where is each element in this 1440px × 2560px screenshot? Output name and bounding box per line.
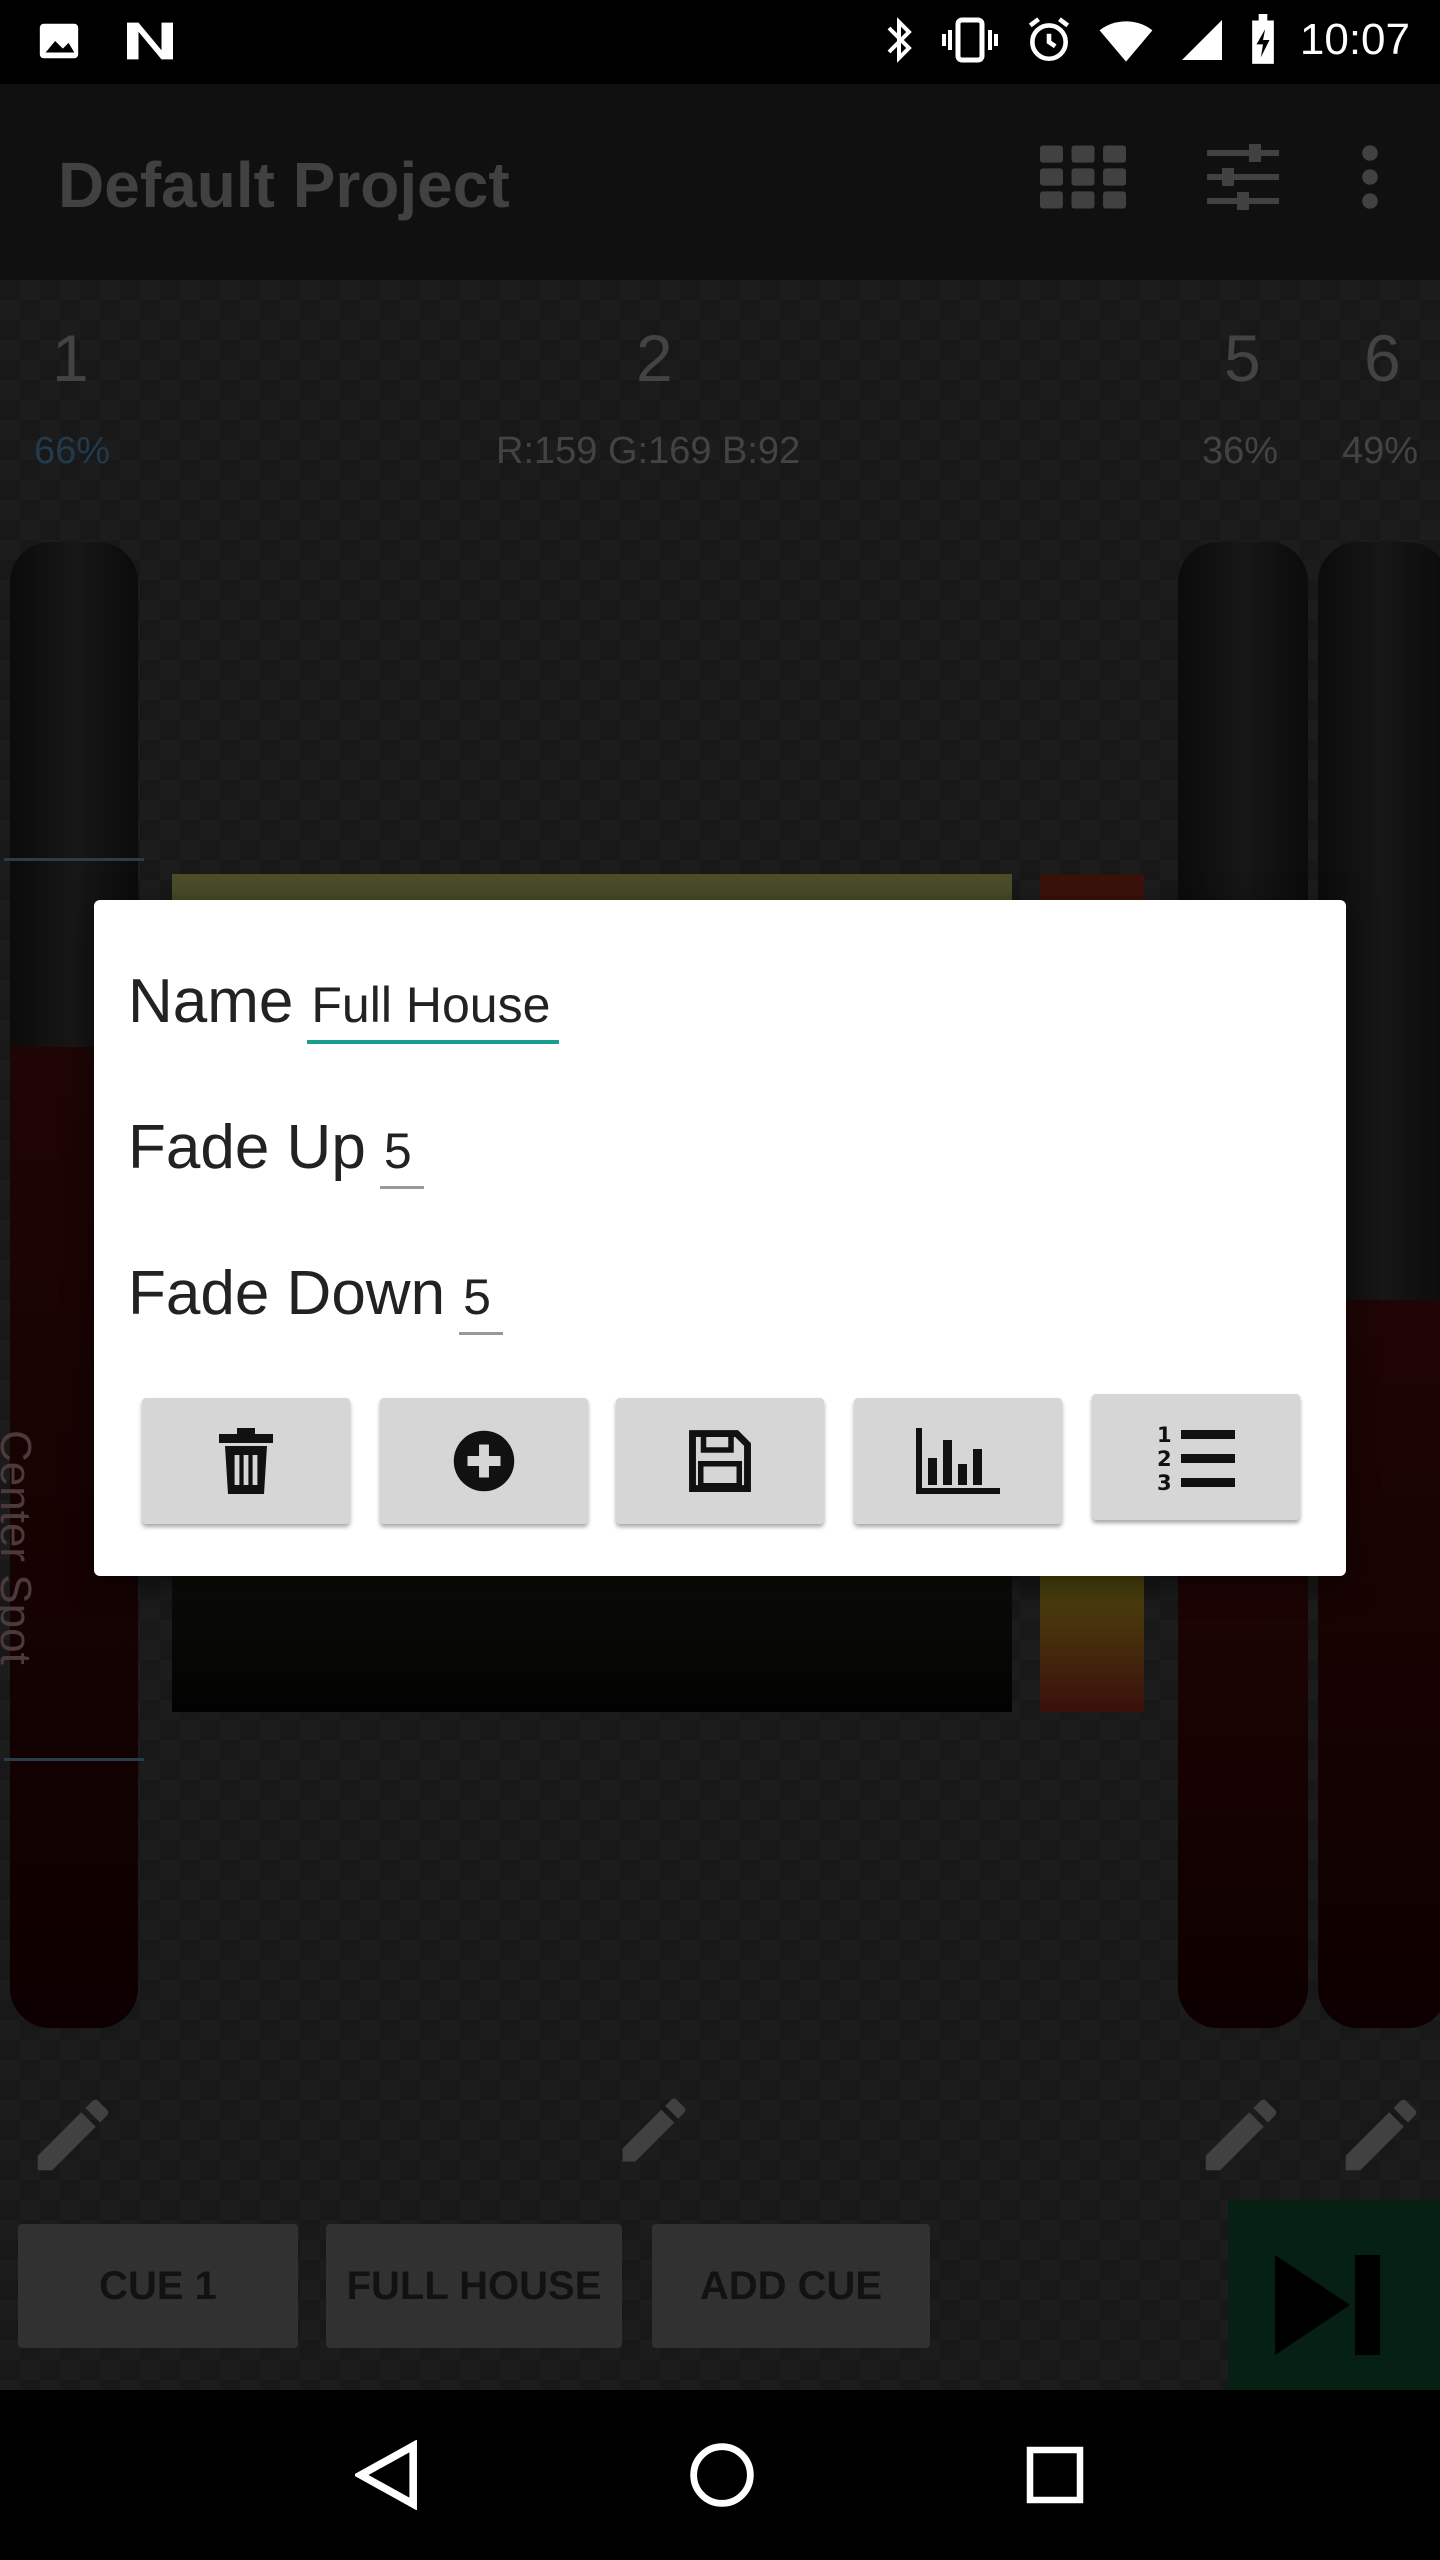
numbered-list-icon: 123 xyxy=(1157,1423,1235,1493)
status-bar: 10:07 xyxy=(0,0,1440,84)
cue-list-button[interactable]: 123 xyxy=(1092,1394,1300,1520)
recents-icon[interactable] xyxy=(1025,2445,1085,2505)
save-icon xyxy=(689,1430,751,1492)
plus-circle-icon xyxy=(453,1430,515,1492)
bluetooth-icon xyxy=(887,17,912,63)
fade-up-label: Fade Up xyxy=(128,1113,366,1182)
fade-down-label: Fade Down xyxy=(128,1259,446,1328)
signal-icon xyxy=(1181,20,1222,60)
wifi-icon xyxy=(1099,21,1153,62)
add-button[interactable] xyxy=(380,1398,588,1524)
name-row: Name xyxy=(128,966,560,1044)
status-time: 10:07 xyxy=(1299,15,1410,64)
back-icon[interactable] xyxy=(354,2440,419,2510)
system-nav-bar xyxy=(0,2390,1440,2560)
fade-up-input[interactable] xyxy=(379,1122,424,1189)
bar-chart-icon xyxy=(916,1428,1000,1494)
trash-icon xyxy=(219,1428,273,1494)
levels-button[interactable] xyxy=(854,1398,1062,1524)
svg-text:3: 3 xyxy=(1157,1471,1172,1493)
fade-up-row: Fade Up xyxy=(128,1112,424,1189)
battery-icon xyxy=(1252,14,1274,64)
svg-text:1: 1 xyxy=(1157,1423,1172,1447)
fade-down-row: Fade Down xyxy=(128,1258,504,1335)
name-label: Name xyxy=(128,967,294,1036)
svg-text:2: 2 xyxy=(1157,1447,1172,1471)
image-icon xyxy=(39,23,79,59)
save-button[interactable] xyxy=(616,1398,824,1524)
delete-button[interactable] xyxy=(142,1398,350,1524)
alarm-icon xyxy=(1028,17,1070,62)
home-icon[interactable] xyxy=(688,2441,756,2509)
n-logo-icon xyxy=(127,22,173,60)
name-input[interactable] xyxy=(307,976,560,1044)
edit-cue-dialog: Name Fade Up Fade Down 123 xyxy=(94,900,1346,1576)
fade-down-input[interactable] xyxy=(459,1268,504,1335)
vibrate-icon xyxy=(941,17,998,63)
